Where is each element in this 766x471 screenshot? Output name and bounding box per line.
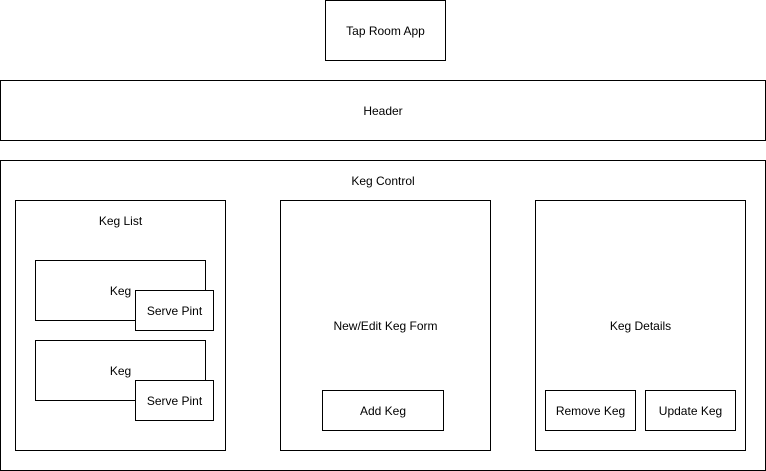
update-keg-label: Update Keg: [658, 403, 723, 418]
keg-label: Keg: [109, 364, 132, 378]
serve-pint-button[interactable]: Serve Pint: [135, 380, 214, 421]
keg-details-label: Keg Details: [609, 319, 672, 333]
remove-keg-button[interactable]: Remove Keg: [545, 390, 636, 431]
serve-pint-button[interactable]: Serve Pint: [135, 290, 214, 331]
remove-keg-label: Remove Keg: [555, 403, 626, 418]
keg-control-label: Keg Control: [351, 174, 415, 188]
header-label: Header: [363, 103, 403, 118]
keg-form-label: New/Edit Keg Form: [333, 319, 438, 333]
header-box: Header: [0, 80, 766, 141]
add-keg-label: Add Keg: [359, 403, 407, 418]
keg-list-label: Keg List: [98, 214, 143, 228]
update-keg-button[interactable]: Update Keg: [645, 390, 736, 431]
serve-pint-label: Serve Pint: [146, 393, 203, 408]
add-keg-button[interactable]: Add Keg: [322, 390, 444, 431]
serve-pint-label: Serve Pint: [146, 303, 203, 318]
tap-room-app-box: Tap Room App: [325, 0, 446, 61]
app-title: Tap Room App: [346, 23, 425, 38]
